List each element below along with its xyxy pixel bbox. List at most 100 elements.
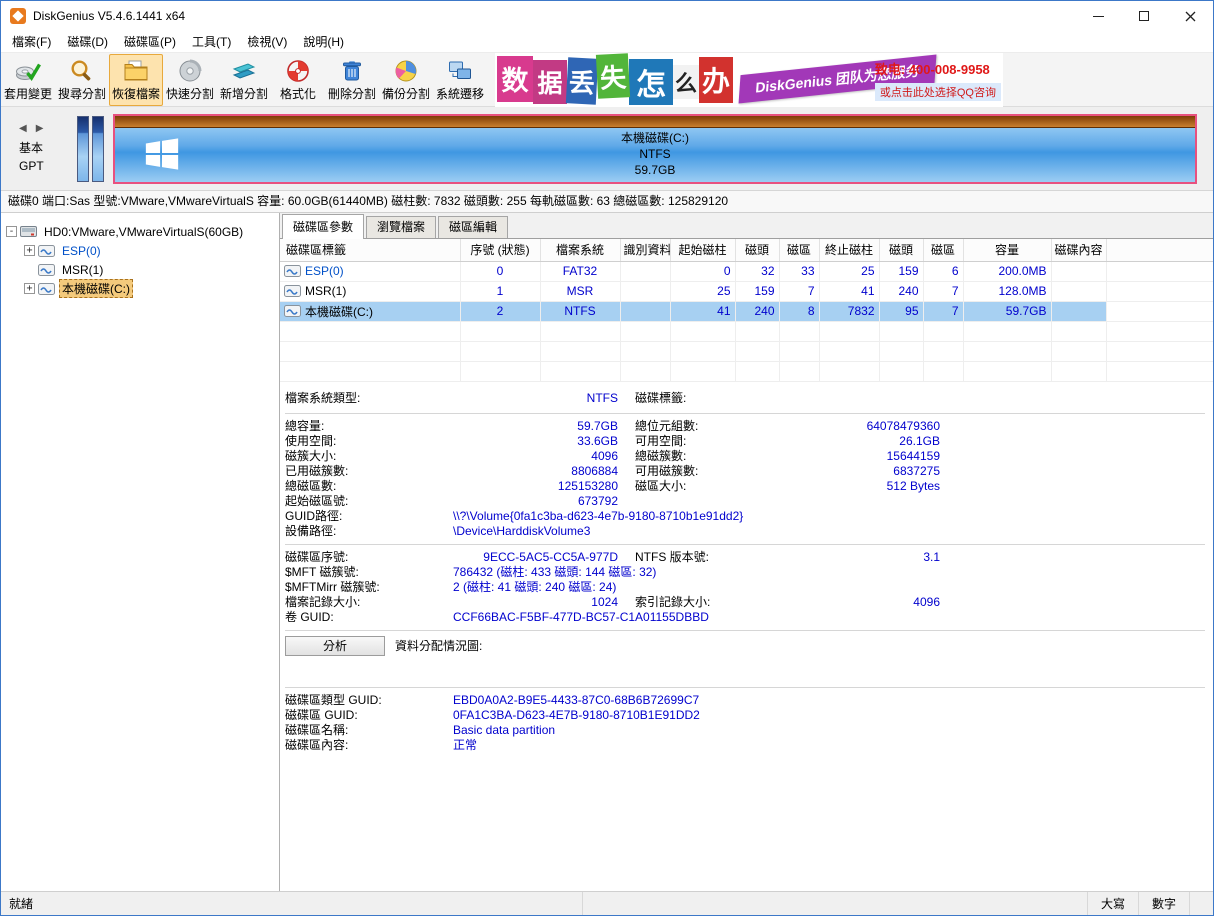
column-header-file-system[interactable]: 檔案系統 bbox=[540, 239, 620, 261]
detail-label: 卷 GUID: bbox=[285, 610, 453, 625]
format-icon bbox=[285, 58, 311, 84]
system-migration-button[interactable]: 系統遷移 bbox=[433, 54, 487, 106]
menu-item-tools[interactable]: 工具(T) bbox=[184, 31, 239, 53]
tab-browse-files[interactable]: 瀏覽檔案 bbox=[366, 216, 436, 238]
detail-label: 總磁簇數: bbox=[635, 449, 790, 464]
detail-row: 檔案記錄大小: 1024 索引記錄大小: 4096 bbox=[285, 595, 1205, 610]
prev-disk-arrow[interactable]: ◀ bbox=[19, 123, 27, 134]
column-header-identifier[interactable]: 識別資料 bbox=[620, 239, 670, 261]
detail-row: 已用磁簇數: 8806884 可用磁簇數: 6837275 bbox=[285, 464, 1205, 479]
column-header-disk-content[interactable]: 磁碟內容 bbox=[1051, 239, 1106, 261]
detail-value: 正常 bbox=[453, 738, 477, 753]
partition-icon bbox=[284, 305, 301, 317]
detail-label bbox=[635, 494, 790, 509]
detail-value: 1024 bbox=[453, 595, 618, 610]
column-header-start-sector[interactable]: 磁區 bbox=[779, 239, 819, 261]
search-partition-button[interactable]: 搜尋分割 bbox=[55, 54, 109, 106]
detail-row: 磁碟區 GUID: 0FA1C3BA-D623-4E7B-9180-8710B1… bbox=[285, 708, 1205, 723]
detail-row: 總磁區數: 125153280 磁區大小: 512 Bytes bbox=[285, 479, 1205, 494]
minimize-icon bbox=[1093, 16, 1104, 17]
tab-partition-params[interactable]: 磁碟區參數 bbox=[282, 214, 364, 239]
promo-char: 么 bbox=[673, 65, 699, 99]
detail-value: 64078479360 bbox=[790, 419, 940, 434]
partition-row-msr[interactable]: MSR(1) 1 MSR 25 159 7 41 240 7 128.0MB bbox=[280, 281, 1213, 301]
quick-partition-button[interactable]: 快速分割 bbox=[163, 54, 217, 106]
partition-icon bbox=[38, 264, 55, 276]
promo-char: 失 bbox=[596, 53, 630, 99]
partition-bar-msr[interactable] bbox=[92, 116, 104, 182]
maximize-button[interactable] bbox=[1121, 1, 1167, 31]
column-header-end-cylinder[interactable]: 終止磁柱 bbox=[819, 239, 879, 261]
expander-collapsed-icon[interactable] bbox=[24, 245, 35, 256]
detail-row: 磁簇大小: 4096 總磁簇數: 15644159 bbox=[285, 449, 1205, 464]
expander-expanded-icon[interactable] bbox=[6, 226, 17, 237]
partition-fs: NTFS bbox=[115, 146, 1195, 162]
partition-table: 磁碟區標籤 序號 (狀態) 檔案系統 識別資料 起始磁柱 磁頭 磁區 終止磁柱 … bbox=[280, 239, 1213, 382]
column-header-end-head[interactable]: 磁頭 bbox=[879, 239, 923, 261]
detail-row: 磁碟區名稱: Basic data partition bbox=[285, 723, 1205, 738]
resize-grip[interactable] bbox=[1189, 892, 1213, 915]
window-title: DiskGenius V5.4.6.1441 x64 bbox=[33, 9, 185, 23]
detail-label: 磁簇大小: bbox=[285, 449, 453, 464]
format-button[interactable]: 格式化 bbox=[271, 54, 325, 106]
promo-char: 据 bbox=[533, 60, 567, 104]
column-header-start-cylinder[interactable]: 起始磁柱 bbox=[670, 239, 735, 261]
promo-banner[interactable]: 数 据 丢 失 怎 么 办 DiskGenius 团队为您服务 致电: 400-… bbox=[495, 53, 1003, 107]
column-header-capacity[interactable]: 容量 bbox=[963, 239, 1051, 261]
promo-qq-link[interactable]: 或点击此处选择QQ咨询 bbox=[875, 83, 1001, 101]
title-bar: DiskGenius V5.4.6.1441 x64 bbox=[1, 1, 1213, 31]
minimize-button[interactable] bbox=[1075, 1, 1121, 31]
detail-row: 磁碟區內容: 正常 bbox=[285, 738, 1205, 753]
detail-value: 9ECC-5AC5-CC5A-977D bbox=[453, 550, 618, 565]
partition-row-esp[interactable]: ESP(0) 0 FAT32 0 32 33 25 159 6 200.0MB bbox=[280, 261, 1213, 281]
detail-label: 磁碟區類型 GUID: bbox=[285, 693, 453, 708]
detail-label: 磁區大小: bbox=[635, 479, 790, 494]
promo-tiles: 数 据 丢 失 怎 么 办 bbox=[497, 53, 733, 105]
column-header-end-sector[interactable]: 磁區 bbox=[923, 239, 963, 261]
status-numlock: 數字 bbox=[1138, 892, 1189, 915]
detail-row: 使用空間: 33.6GB 可用空間: 26.1GB bbox=[285, 434, 1205, 449]
menu-item-partition[interactable]: 磁碟區(P) bbox=[116, 31, 184, 53]
delete-partition-button[interactable]: 刪除分割 bbox=[325, 54, 379, 106]
delete-partition-icon bbox=[339, 58, 365, 84]
detail-label: 磁碟區 GUID: bbox=[285, 708, 453, 723]
detail-value: 6837275 bbox=[790, 464, 940, 479]
tree-item-hd0[interactable]: HD0:VMware,VMwareVirtualS(60GB) bbox=[1, 222, 279, 241]
detail-label: $MFT 磁簇號: bbox=[285, 565, 453, 580]
apply-changes-button[interactable]: 套用變更 bbox=[1, 54, 55, 106]
detail-row: 磁碟區序號: 9ECC-5AC5-CC5A-977D NTFS 版本號: 3.1 bbox=[285, 550, 1205, 565]
app-logo-icon bbox=[10, 8, 26, 24]
partition-name: 本機磁碟(C:) bbox=[115, 130, 1195, 146]
menu-item-file[interactable]: 檔案(F) bbox=[4, 31, 59, 53]
detail-label: 磁碟區序號: bbox=[285, 550, 453, 565]
tab-sector-edit[interactable]: 磁區編輯 bbox=[438, 216, 508, 238]
column-header-volume-label[interactable]: 磁碟區標籤 bbox=[280, 239, 460, 261]
status-bar: 就緒 大寫 數字 bbox=[1, 891, 1213, 915]
detail-row: $MFTMirr 磁簇號: 2 (磁柱: 41 磁頭: 240 磁區: 24) bbox=[285, 580, 1205, 595]
close-button[interactable] bbox=[1167, 1, 1213, 31]
tree-item-msr[interactable]: MSR(1) bbox=[1, 260, 279, 279]
detail-label: 磁碟標籤: bbox=[635, 390, 790, 408]
detail-value: CCF66BAC-F5BF-477D-BC57-C1A01155DBBD bbox=[453, 610, 709, 625]
partition-row-c-selected[interactable]: 本機磁碟(C:) 2 NTFS 41 240 8 7832 95 7 59.7G… bbox=[280, 301, 1213, 321]
backup-partition-button[interactable]: 備份分割 bbox=[379, 54, 433, 106]
recover-files-button[interactable]: 恢復檔案 bbox=[109, 54, 163, 106]
menu-item-disk[interactable]: 磁碟(D) bbox=[59, 31, 116, 53]
column-header-start-head[interactable]: 磁頭 bbox=[735, 239, 779, 261]
analyze-button[interactable]: 分析 bbox=[285, 636, 385, 656]
partition-bar-esp[interactable] bbox=[77, 116, 89, 182]
new-partition-button[interactable]: 新增分割 bbox=[217, 54, 271, 106]
partition-bar-c-selected[interactable]: 本機磁碟(C:) NTFS 59.7GB bbox=[113, 114, 1197, 184]
allocation-map-area bbox=[285, 660, 1205, 682]
expander-collapsed-icon[interactable] bbox=[24, 283, 35, 294]
partition-icon bbox=[38, 283, 55, 295]
apply-changes-icon bbox=[15, 58, 41, 84]
menu-item-help[interactable]: 說明(H) bbox=[295, 31, 352, 53]
menu-item-view[interactable]: 檢視(V) bbox=[239, 31, 295, 53]
next-disk-arrow[interactable]: ▶ bbox=[36, 123, 44, 134]
tree-item-esp[interactable]: ESP(0) bbox=[1, 241, 279, 260]
column-header-seq-status[interactable]: 序號 (狀態) bbox=[460, 239, 540, 261]
tree-item-c-selected[interactable]: 本機磁碟(C:) bbox=[1, 279, 279, 298]
column-header-filler bbox=[1106, 239, 1213, 261]
status-spacer bbox=[582, 892, 1087, 915]
